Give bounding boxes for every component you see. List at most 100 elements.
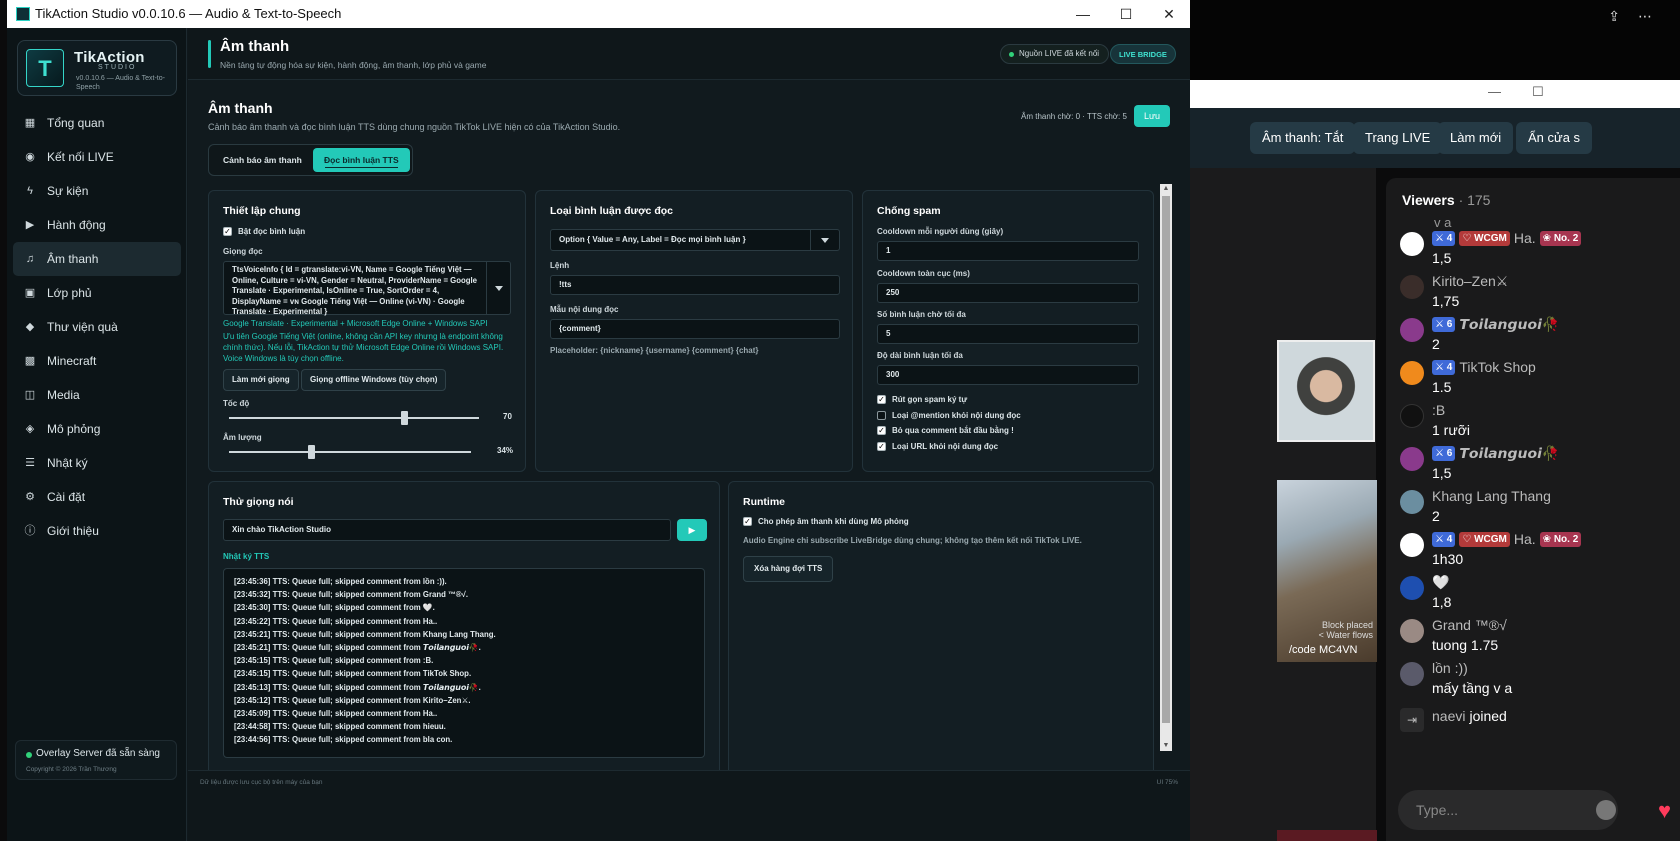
sidebar-item-events[interactable]: ϟ Sự kiện <box>13 174 181 208</box>
page-title: Âm thanh <box>208 100 273 116</box>
sidebar-item-gifts[interactable]: ◆ Thư viện quà <box>13 310 181 344</box>
music-icon: ♫ <box>25 253 35 265</box>
checkbox[interactable]: ✓ <box>743 517 752 526</box>
close-button[interactable]: ✕ <box>1148 3 1190 25</box>
allow-simulation-checkbox[interactable]: ✓ Cho phép âm thanh khi dùng Mô phỏng <box>743 517 909 526</box>
sidebar-item-simulate[interactable]: ◈ Mô phỏng <box>13 412 181 446</box>
header-title: Âm thanh <box>220 38 290 55</box>
speed-slider[interactable] <box>229 411 479 425</box>
minimize-icon[interactable]: — <box>1488 84 1501 99</box>
live-page-toolbar: Âm thanh: Tắt Trang LIVE Làm mới Ẩn cửa … <box>1190 108 1680 168</box>
sidebar-item-about[interactable]: ⓘ Giới thiệu <box>13 514 181 548</box>
volume-slider[interactable] <box>229 445 471 459</box>
clear-tts-queue-button[interactable]: Xóa hàng đợi TTS <box>743 556 834 582</box>
footer-zoom: UI 75% <box>1156 779 1178 786</box>
checkbox[interactable]: ✓ <box>223 227 232 236</box>
chat-join-notice: ⇥ naevi joined <box>1400 704 1680 750</box>
sidebar-item-settings[interactable]: ⚙ Cài đặt <box>13 480 181 514</box>
refresh-voices-button[interactable]: Làm mới giọng <box>223 369 299 391</box>
play-button[interactable]: ▶ <box>677 519 707 541</box>
heart-icon[interactable]: ♥ <box>1658 798 1671 824</box>
sidebar-item-live[interactable]: ◉ Kết nối LIVE <box>13 140 181 174</box>
level-badge: ⚔ 4 <box>1432 230 1456 246</box>
scroll-down-icon[interactable]: ▼ <box>1160 741 1172 751</box>
max-wait-input[interactable]: 5 <box>877 324 1139 344</box>
test-text-input[interactable]: Xin chào TikAction Studio <box>223 519 671 541</box>
runtime-card: Runtime ✓ Cho phép âm thanh khi dùng Mô p… <box>728 481 1154 781</box>
volume-value: 34% <box>497 446 514 455</box>
template-input[interactable]: {comment} <box>550 319 840 339</box>
chat-message: Grand ™®√ tuong 1.75 <box>1400 615 1680 661</box>
general-settings-card: Thiết lập chung ✓ Bật đọc bình luận Giọng… <box>208 190 526 472</box>
streamer-camera <box>1277 340 1375 442</box>
max-wait-label: Số bình luận chờ tối đa <box>877 310 966 319</box>
scrollbar-thumb[interactable] <box>1162 196 1170 723</box>
tts-log[interactable]: [23:45:36] TTS: Queue full; skipped comm… <box>223 568 705 758</box>
game-video: Block placed < Water flows /code MC4VN <box>1277 480 1377 662</box>
avatar <box>1400 533 1424 557</box>
sidebar-item-media[interactable]: ◫ Media <box>13 378 181 412</box>
share-icon[interactable]: ⇪ <box>1608 8 1620 25</box>
join-icon: ⇥ <box>1400 708 1424 732</box>
media-icon: ◫ <box>24 389 36 401</box>
game-overlay-text: Block placed < Water flows <box>1318 620 1373 640</box>
refresh-button[interactable]: Làm mới <box>1438 122 1514 154</box>
select-divider <box>810 229 811 251</box>
chat-input[interactable]: Type... <box>1398 790 1618 830</box>
background-window-titlebar: — ☐ <box>1190 80 1680 108</box>
tab-sound-alerts[interactable]: Cảnh báo âm thanh <box>212 148 313 172</box>
checkbox[interactable]: ✓ <box>877 442 886 451</box>
command-input[interactable]: !tts <box>550 275 840 295</box>
live-bridge-badge[interactable]: LIVE BRIDGE <box>1110 44 1176 64</box>
sidebar-item-overlay[interactable]: ▣ Lớp phủ <box>13 276 181 310</box>
cooldown-user-input[interactable]: 1 <box>877 241 1139 261</box>
scroll-up-icon[interactable]: ▲ <box>1160 184 1172 194</box>
maximize-icon[interactable]: ☐ <box>1532 84 1544 100</box>
collapse-spam-checkbox[interactable]: ✓ Rút gọn spam ký tự <box>877 395 967 404</box>
enable-read-checkbox[interactable]: ✓ Bật đọc bình luận <box>223 227 305 236</box>
hide-window-button[interactable]: Ẩn cửa s <box>1516 122 1593 154</box>
fan-badge: ♡ WCGM <box>1459 230 1510 246</box>
log-line: [23:45:30] TTS: Queue full; skipped comm… <box>234 603 435 613</box>
max-length-input[interactable]: 300 <box>877 365 1139 385</box>
remove-mention-checkbox[interactable]: Loại @mention khỏi nội dung đọc <box>877 411 1021 420</box>
slider-thumb[interactable] <box>307 445 315 459</box>
remove-url-checkbox[interactable]: ✓ Loại URL khỏi nội dung đọc <box>877 442 998 451</box>
chat-message: ⚔ 4 ♡ WCGM Ha. ❀ No. 2 1h30 <box>1400 529 1680 575</box>
chevron-down-icon <box>495 286 503 291</box>
sidebar-item-audio[interactable]: ♫ Âm thanh <box>13 242 181 276</box>
voice-providers: Google Translate · Experimental + Micros… <box>223 319 488 328</box>
checkbox[interactable] <box>877 411 886 420</box>
maximize-button[interactable]: ☐ <box>1105 3 1147 25</box>
slider-thumb[interactable] <box>400 411 408 425</box>
checkbox[interactable]: ✓ <box>877 395 886 404</box>
cooldown-global-input[interactable]: 250 <box>877 283 1139 303</box>
log-line: [23:44:56] TTS: Queue full; skipped comm… <box>234 735 453 745</box>
comment-type-card: Loại bình luận được đọc Option { Value =… <box>535 190 853 472</box>
simulate-icon: ◈ <box>25 423 35 435</box>
rank-badge: ❀ No. 2 <box>1539 230 1582 246</box>
viewer-chat-panel: Viewers · 175 v a ⚔ 4 ♡ WCGM Ha. ❀ No. 2 1,… <box>1386 178 1680 841</box>
more-icon[interactable]: ⋯ <box>1638 8 1652 25</box>
minimize-button[interactable]: — <box>1062 3 1104 25</box>
skip-bang-checkbox[interactable]: ✓ Bỏ qua comment bắt đầu bằng ! <box>877 426 1014 435</box>
rank-badge: ❀ No. 2 <box>1539 531 1582 547</box>
voice-select[interactable]: TtsVoiceInfo { Id = gtranslate:vi-VN, Na… <box>223 261 511 316</box>
offline-voices-button[interactable]: Giọng offline Windows (tùy chọn) <box>301 369 447 391</box>
tab-tts-comments[interactable]: Đọc bình luận TTS <box>313 148 410 172</box>
sidebar-item-overview[interactable]: ▦ Tổng quan <box>13 106 181 140</box>
speed-value: 70 <box>503 412 512 421</box>
main-scrollbar[interactable]: ▲ ▼ <box>1160 184 1172 751</box>
live-page-button[interactable]: Trang LIVE <box>1353 122 1443 154</box>
avatar <box>1400 318 1424 342</box>
comment-type-select[interactable]: Option { Value = Any, Label = Đọc mọi bì… <box>550 229 840 251</box>
save-button[interactable]: Lưu <box>1134 105 1170 127</box>
sidebar-item-actions[interactable]: ▶ Hành động <box>13 208 181 242</box>
emoji-icon[interactable] <box>1596 800 1616 820</box>
card-title: Thử giọng nói <box>223 496 294 508</box>
sidebar-item-log[interactable]: ☰ Nhật ký <box>13 446 181 480</box>
sound-toggle-button[interactable]: Âm thanh: Tắt <box>1250 122 1356 154</box>
checkbox[interactable]: ✓ <box>877 426 886 435</box>
main-content: Âm thanh Nền tảng tự động hóa sự kiện, h… <box>188 28 1190 841</box>
sidebar-item-minecraft[interactable]: ▩ Minecraft <box>13 344 181 378</box>
